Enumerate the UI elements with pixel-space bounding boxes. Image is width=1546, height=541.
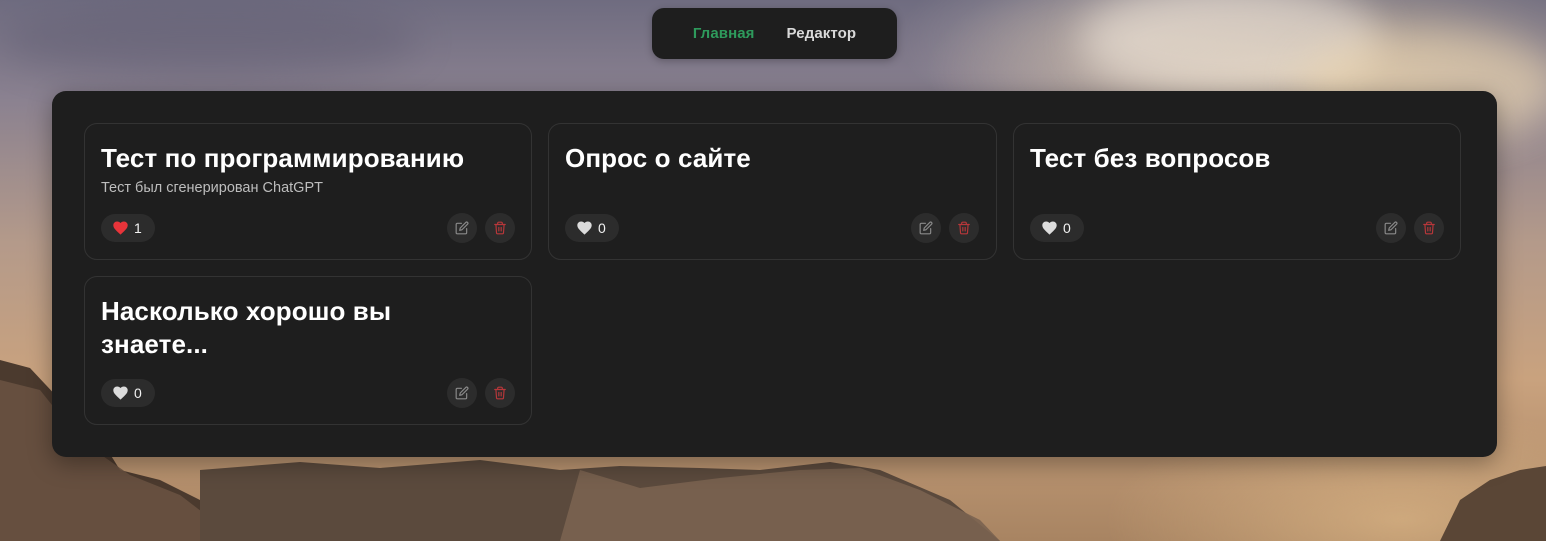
heart-icon <box>1042 221 1057 235</box>
delete-button[interactable] <box>485 213 515 243</box>
delete-button[interactable] <box>949 213 979 243</box>
edit-icon <box>919 221 933 235</box>
like-button[interactable]: 0 <box>565 214 619 242</box>
delete-button[interactable] <box>485 378 515 408</box>
nav-link-home[interactable]: Главная <box>693 25 755 42</box>
like-count: 0 <box>134 385 142 401</box>
edit-button[interactable] <box>447 378 477 408</box>
trash-icon <box>494 221 506 235</box>
heart-icon <box>113 386 128 400</box>
delete-button[interactable] <box>1414 213 1444 243</box>
trash-icon <box>958 221 970 235</box>
like-button[interactable]: 0 <box>1030 214 1084 242</box>
quiz-title: Опрос о сайте <box>565 143 751 173</box>
trash-icon <box>1423 221 1435 235</box>
quiz-list-panel: Тест по программированию Тест был сгенер… <box>52 91 1497 457</box>
heart-icon <box>577 221 592 235</box>
like-count: 0 <box>598 220 606 236</box>
quiz-title: Тест без вопросов <box>1030 143 1271 173</box>
like-button[interactable]: 1 <box>101 214 155 242</box>
quiz-card[interactable]: Тест без вопросов 0 <box>1013 123 1461 260</box>
edit-icon <box>455 386 469 400</box>
quiz-card[interactable]: Насколько хорошо вы знаете... 0 <box>84 276 532 425</box>
quiz-card[interactable]: Тест по программированию Тест был сгенер… <box>84 123 532 260</box>
quiz-description: Тест был сгенерирован ChatGPT <box>101 180 323 196</box>
quiz-title: Насколько хорошо вы знаете... <box>101 296 392 359</box>
like-count: 0 <box>1063 220 1071 236</box>
edit-button[interactable] <box>447 213 477 243</box>
edit-button[interactable] <box>911 213 941 243</box>
edit-icon <box>455 221 469 235</box>
edit-icon <box>1384 221 1398 235</box>
heart-icon <box>113 221 128 235</box>
trash-icon <box>494 386 506 400</box>
like-button[interactable]: 0 <box>101 379 155 407</box>
quiz-title: Тест по программированию <box>101 143 465 173</box>
nav-link-editor[interactable]: Редактор <box>787 25 857 42</box>
edit-button[interactable] <box>1376 213 1406 243</box>
like-count: 1 <box>134 220 142 236</box>
top-navigation: Главная Редактор <box>652 8 897 59</box>
quiz-card[interactable]: Опрос о сайте 0 <box>548 123 997 260</box>
